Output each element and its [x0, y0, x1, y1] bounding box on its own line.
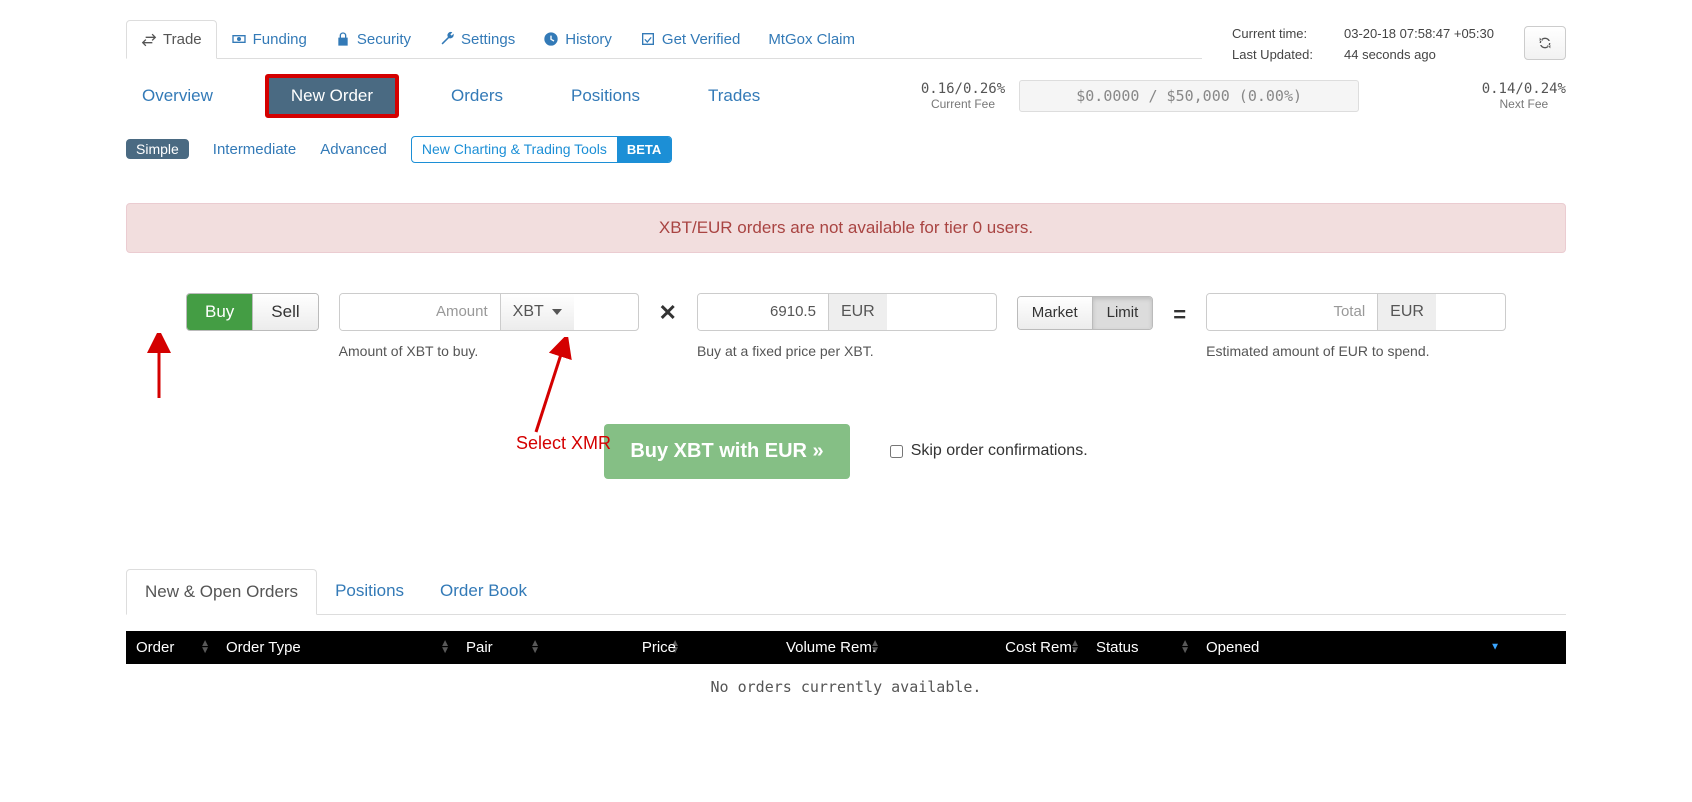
current-fee-value: 0.16/0.26% [921, 81, 1005, 97]
beta-tools-label: New Charting & Trading Tools [412, 138, 617, 160]
sell-button[interactable]: Sell [252, 294, 317, 330]
skip-confirmations-checkbox[interactable] [890, 445, 903, 458]
col-order[interactable]: Order▲▼ [126, 631, 216, 664]
col-cost-rem[interactable]: Cost Rem.▲▼ [886, 631, 1086, 664]
clock-block: Current time: 03-20-18 07:58:47 +05:30 L… [1202, 20, 1504, 66]
tier-alert: XBT/EUR orders are not available for tie… [126, 203, 1566, 253]
price-input[interactable] [698, 294, 828, 330]
next-fee-block: 0.14/0.24% Next Fee [1482, 81, 1566, 111]
submit-order-button[interactable]: Buy XBT with EUR » [604, 424, 849, 479]
total-help: Estimated amount of EUR to spend. [1206, 343, 1506, 359]
annotation-arrow-buy [144, 333, 174, 403]
buy-sell-toggle: Buy Sell [186, 293, 319, 331]
empty-message: No orders currently available. [126, 664, 1566, 710]
order-type-limit[interactable]: Limit [1092, 297, 1153, 329]
tab-mtgox-label: MtGox Claim [768, 31, 855, 48]
clock-icon [543, 31, 559, 47]
sort-icon: ▲▼ [530, 640, 540, 654]
subtab-positions[interactable]: Positions [555, 76, 656, 116]
tab-security-label: Security [357, 31, 411, 48]
col-vol-rem[interactable]: Volume Rem.▲▼ [686, 631, 886, 664]
next-fee-label: Next Fee [1482, 97, 1566, 111]
bottom-tab-order-book[interactable]: Order Book [422, 569, 545, 614]
total-input[interactable] [1207, 294, 1377, 330]
current-time-label: Current time: [1232, 24, 1332, 45]
col-order-type[interactable]: Order Type▲▼ [216, 631, 456, 664]
skip-confirmations-text: Skip order confirmations. [911, 442, 1088, 460]
next-fee-value: 0.14/0.24% [1482, 81, 1566, 97]
last-updated-label: Last Updated: [1232, 45, 1332, 66]
amount-currency-label: XBT [513, 303, 544, 321]
amount-currency-dropdown[interactable]: XBT [500, 294, 574, 330]
tab-security[interactable]: Security [321, 20, 425, 58]
sort-icon: ▲▼ [200, 640, 210, 654]
buy-button[interactable]: Buy [187, 294, 252, 330]
table-row-empty: No orders currently available. [126, 664, 1566, 710]
price-help: Buy at a fixed price per XBT. [697, 343, 997, 359]
tab-history-label: History [565, 31, 612, 48]
money-icon [231, 31, 247, 47]
bottom-tab-positions[interactable]: Positions [317, 569, 422, 614]
sort-icon: ▲▼ [1070, 640, 1080, 654]
tab-settings-label: Settings [461, 31, 515, 48]
price-currency-label: EUR [828, 294, 887, 330]
subtab-trades[interactable]: Trades [692, 76, 776, 116]
current-fee-block: 0.16/0.26% Current Fee [921, 81, 1005, 111]
subtab-orders[interactable]: Orders [435, 76, 519, 116]
tab-settings[interactable]: Settings [425, 20, 529, 58]
refresh-button[interactable] [1524, 26, 1566, 60]
bottom-tab-new-open[interactable]: New & Open Orders [126, 569, 317, 615]
caret-down-icon [552, 309, 562, 315]
orders-table: Order▲▼ Order Type▲▼ Pair▲▼ Price▲▼ Volu… [126, 631, 1566, 710]
current-time-value: 03-20-18 07:58:47 +05:30 [1344, 24, 1494, 45]
subtab-new-order[interactable]: New Order [265, 74, 399, 118]
amount-help: Amount of XBT to buy. [339, 343, 639, 359]
beta-tools-link[interactable]: New Charting & Trading Tools BETA [411, 136, 672, 163]
last-updated-value: 44 seconds ago [1344, 45, 1436, 66]
sort-icon: ▲▼ [670, 640, 680, 654]
mode-intermediate[interactable]: Intermediate [213, 141, 296, 158]
current-fee-label: Current Fee [921, 97, 1005, 111]
annotation-text-select-xmr: Select XMR [516, 433, 611, 454]
sort-icon: ▲▼ [870, 640, 880, 654]
amount-input[interactable] [340, 294, 500, 330]
tab-funding[interactable]: Funding [217, 20, 321, 58]
mode-advanced[interactable]: Advanced [320, 141, 387, 158]
sort-icon-active: ▼ [1490, 644, 1500, 651]
tab-trade-label: Trade [163, 31, 202, 48]
tab-mtgox[interactable]: MtGox Claim [754, 20, 869, 58]
check-square-icon [640, 31, 656, 47]
volume-progress: $0.0000 / $50,000 (0.00%) [1019, 80, 1359, 112]
subtab-overview[interactable]: Overview [126, 76, 229, 116]
transfer-icon [141, 32, 157, 48]
tab-verified-label: Get Verified [662, 31, 740, 48]
sort-icon: ▲▼ [1180, 640, 1190, 654]
total-currency-label: EUR [1377, 294, 1436, 330]
col-price[interactable]: Price▲▼ [546, 631, 686, 664]
refresh-icon [1537, 35, 1553, 51]
order-type-market[interactable]: Market [1018, 297, 1092, 329]
col-status[interactable]: Status▲▼ [1086, 631, 1196, 664]
col-pair[interactable]: Pair▲▼ [456, 631, 546, 664]
sort-icon: ▲▼ [440, 640, 450, 654]
multiply-icon: ✕ [659, 300, 677, 352]
wrench-icon [439, 31, 455, 47]
annotation-arrow-dropdown [526, 337, 576, 437]
tab-history[interactable]: History [529, 20, 626, 58]
col-opened[interactable]: Opened▼ [1196, 631, 1506, 664]
mode-simple[interactable]: Simple [126, 139, 189, 159]
tab-funding-label: Funding [253, 31, 307, 48]
order-type-toggle: Market Limit [1017, 296, 1154, 330]
equals-icon: = [1173, 298, 1186, 354]
lock-icon [335, 31, 351, 47]
tab-get-verified[interactable]: Get Verified [626, 20, 754, 58]
col-actions [1506, 631, 1566, 664]
beta-tag: BETA [617, 137, 671, 162]
skip-confirmations-label[interactable]: Skip order confirmations. [890, 442, 1088, 460]
tab-trade[interactable]: Trade [126, 20, 217, 59]
